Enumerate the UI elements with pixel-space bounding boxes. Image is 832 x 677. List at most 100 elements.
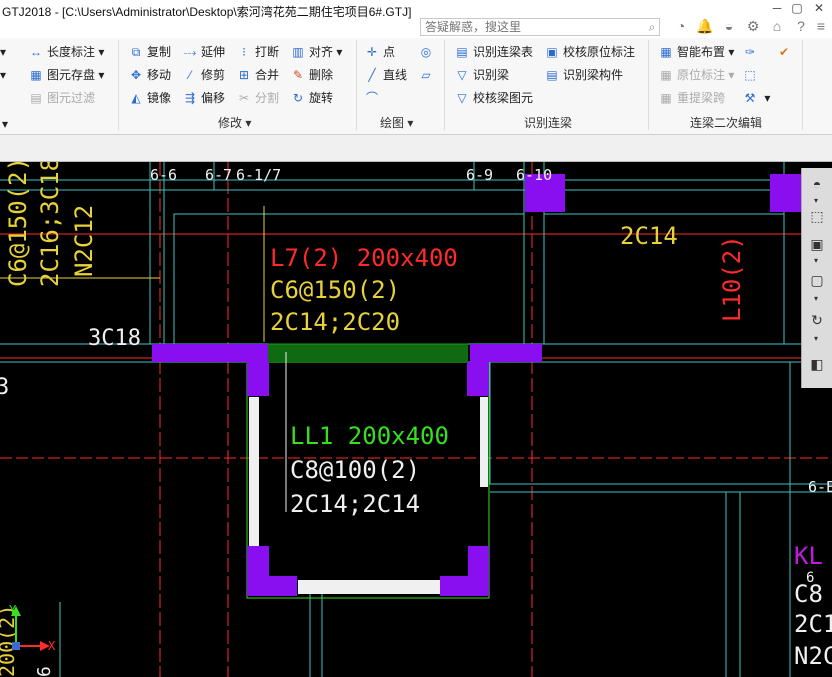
table-icon: ▤ <box>456 45 468 59</box>
more-icon[interactable]: ≡ <box>812 17 830 35</box>
cad-drawing[interactable]: 6-6 6-7 6-1/7 6-9 6-10 6-E C6@150(2) 2C1… <box>0 162 832 677</box>
chevron-down-icon[interactable]: ▾ <box>814 294 818 303</box>
window-title: GTJ2018 - [C:\Users\Administrator\Deskto… <box>2 5 412 19</box>
right-2c1-text: 2C1 <box>794 610 832 638</box>
l10-text: L10(2) <box>718 235 746 322</box>
offset-icon: ⇶ <box>184 91 196 105</box>
relift-icon: ▦ <box>660 91 672 105</box>
left-group-arrow[interactable]: ▾ <box>2 114 8 134</box>
left-small-text: 3 <box>0 375 9 400</box>
save-icon: ▦ <box>30 68 42 82</box>
left-3c18-text: 3C18 <box>88 326 141 351</box>
point-button[interactable]: ✛ 点 <box>364 42 395 62</box>
chevron-down-icon[interactable]: ▾ <box>814 256 818 265</box>
extend-icon: ⤏ <box>183 45 197 59</box>
bottom-left-6-text: 6 <box>34 666 55 677</box>
trim-button[interactable]: ⁄ 修剪 <box>182 65 225 85</box>
left-n-text: N2C12 <box>70 205 98 277</box>
copy-button[interactable]: ⧉ 复制 <box>128 42 171 62</box>
ll1-bars: 2C14;2C14 <box>290 490 420 518</box>
arc-button[interactable]: ⌒ <box>364 88 383 108</box>
left-partial-dropdown[interactable]: ▾ <box>0 42 6 62</box>
extend-button[interactable]: ⤏ 延伸 <box>182 42 225 62</box>
brush-icon: ✑ <box>744 45 756 59</box>
identify-table-button[interactable]: ▤ 识别连梁表 <box>454 42 533 62</box>
element-filter-button[interactable]: ▤ 图元过滤 <box>28 88 95 108</box>
group-separator <box>444 40 445 130</box>
axis-label: 6-6 <box>150 166 177 184</box>
identify-beam-button[interactable]: ▽ 识别梁 <box>454 65 509 85</box>
delete-button[interactable]: ✎ 删除 <box>290 65 333 85</box>
break-button[interactable]: ⁝ 打断 <box>236 42 279 62</box>
length-mark-button[interactable]: ↔ 长度标注 ▾ <box>28 42 104 62</box>
shirt-icon[interactable]: ⌂ <box>768 17 786 35</box>
rotate-view-icon[interactable]: ↻ <box>805 308 829 332</box>
rectangle-button[interactable]: ▱ <box>418 65 437 85</box>
select-icon: ⬚ <box>744 68 756 82</box>
smart-layout-button[interactable]: ▦ 智能布置 ▾ <box>658 42 734 62</box>
group-separator <box>802 40 803 130</box>
orig-mark-button[interactable]: ▦ 原位标注 ▾ <box>658 65 734 85</box>
chevron-down-icon[interactable]: ▾ <box>814 334 818 343</box>
mirror-icon: ◭ <box>131 91 141 105</box>
search-input[interactable] <box>420 18 660 36</box>
member-icon: ▤ <box>546 68 558 82</box>
toggle-panel-icon[interactable]: ◧ <box>805 352 829 376</box>
bell-icon[interactable]: 🔔 <box>696 17 714 35</box>
tool-a-button[interactable]: ✑ <box>742 42 761 62</box>
message-icon[interactable]: ◒ <box>720 17 738 35</box>
ribbon: ▾ ↔ 长度标注 ▾ ▾ ▦ 图元存盘 ▾ ▤ 图元过滤 ▾ ⧉ 复制 ⤏ 延伸 ⁝ 打断 … <box>0 38 832 135</box>
check-figure-button[interactable]: ▽ 校核梁图元 <box>454 88 533 108</box>
l7-stirrup: C6@150(2) <box>270 276 400 304</box>
check-icon: ▽ <box>457 91 467 105</box>
left-vertical-texts: C6@150(2) 2C16;3C18 N2C12 <box>4 162 98 287</box>
group-separator <box>356 40 357 130</box>
offset-button[interactable]: ⇶ 偏移 <box>182 88 225 108</box>
tool-b-button[interactable]: ⬚ <box>742 65 761 85</box>
box-view-icon[interactable]: ▢ <box>805 268 829 292</box>
user-icon[interactable]: ◔ <box>672 17 690 35</box>
drawing-canvas[interactable]: 6-6 6-7 6-1/7 6-9 6-10 6-E C6@150(2) 2C1… <box>0 162 832 677</box>
search-icon[interactable]: ⌕ <box>644 18 660 36</box>
left-partial-dropdown2[interactable]: ▾ <box>0 65 6 85</box>
help-icon[interactable]: ? <box>792 17 810 35</box>
axis-grid <box>0 162 832 677</box>
tool-icon: ⚒ <box>744 91 756 105</box>
cube-view-icon[interactable]: ▣ <box>805 232 829 256</box>
eraser-icon: ✎ <box>292 68 304 82</box>
title-bar: GTJ2018 - [C:\Users\Administrator\Deskto… <box>0 0 832 38</box>
trim-icon: ⁄ <box>188 68 191 82</box>
right-n2c-text: N2C <box>794 642 832 670</box>
settings-icon[interactable]: ⚙ <box>744 17 762 35</box>
3d-view-icon[interactable]: ⬚ <box>805 204 829 228</box>
close-button[interactable]: ✕ <box>806 0 832 16</box>
ucs-axis-icon: Y X <box>9 603 56 653</box>
left-bars-text: 2C16;3C18 <box>36 162 64 287</box>
left-stirrup-text: C6@150(2) <box>4 162 32 287</box>
modify-group-label[interactable]: 修改 ▾ <box>218 114 251 131</box>
ll1-stirrup: C8@100(2) <box>290 456 420 484</box>
merge-button[interactable]: ⊞ 合并 <box>236 65 279 85</box>
circle-button[interactable]: ◎ <box>418 42 437 62</box>
rotate-button[interactable]: ↻ 旋转 <box>290 88 333 108</box>
relift-button[interactable]: ▦ 重提梁跨 <box>658 88 725 108</box>
axis-label: 6-7 <box>205 166 232 184</box>
move-button[interactable]: ✥ 移动 <box>128 65 171 85</box>
view-toolbar: ◓ ▾ ⬚ ▣ ▾ ▢ ▾ ↻ ▾ ◧ <box>801 168 832 388</box>
sphere-view-icon[interactable]: ◓ <box>805 172 829 196</box>
line-button[interactable]: ╱ 直线 <box>364 65 407 85</box>
align-button[interactable]: ▥ 对齐 ▾ <box>290 42 342 62</box>
mirror-button[interactable]: ◭ 镜像 <box>128 88 171 108</box>
identify-member-button[interactable]: ▤ 识别梁构件 <box>544 65 623 85</box>
element-save-button[interactable]: ▦ 图元存盘 ▾ <box>28 65 104 85</box>
y-axis-label: Y <box>9 603 17 617</box>
draw-group-label[interactable]: 绘图 ▾ <box>380 114 413 131</box>
tool-d-button[interactable]: ✔ <box>776 42 795 62</box>
line-icon: ╱ <box>368 68 376 82</box>
smart-icon: ▦ <box>660 45 672 59</box>
split-button[interactable]: ✂ 分割 <box>236 88 279 108</box>
l7-title: L7(2) 200x400 <box>270 244 458 272</box>
group-separator <box>648 40 649 130</box>
tool-c-button[interactable]: ⚒ ▾ <box>742 88 771 108</box>
check-orig-button[interactable]: ▣ 校核原位标注 <box>544 42 635 62</box>
